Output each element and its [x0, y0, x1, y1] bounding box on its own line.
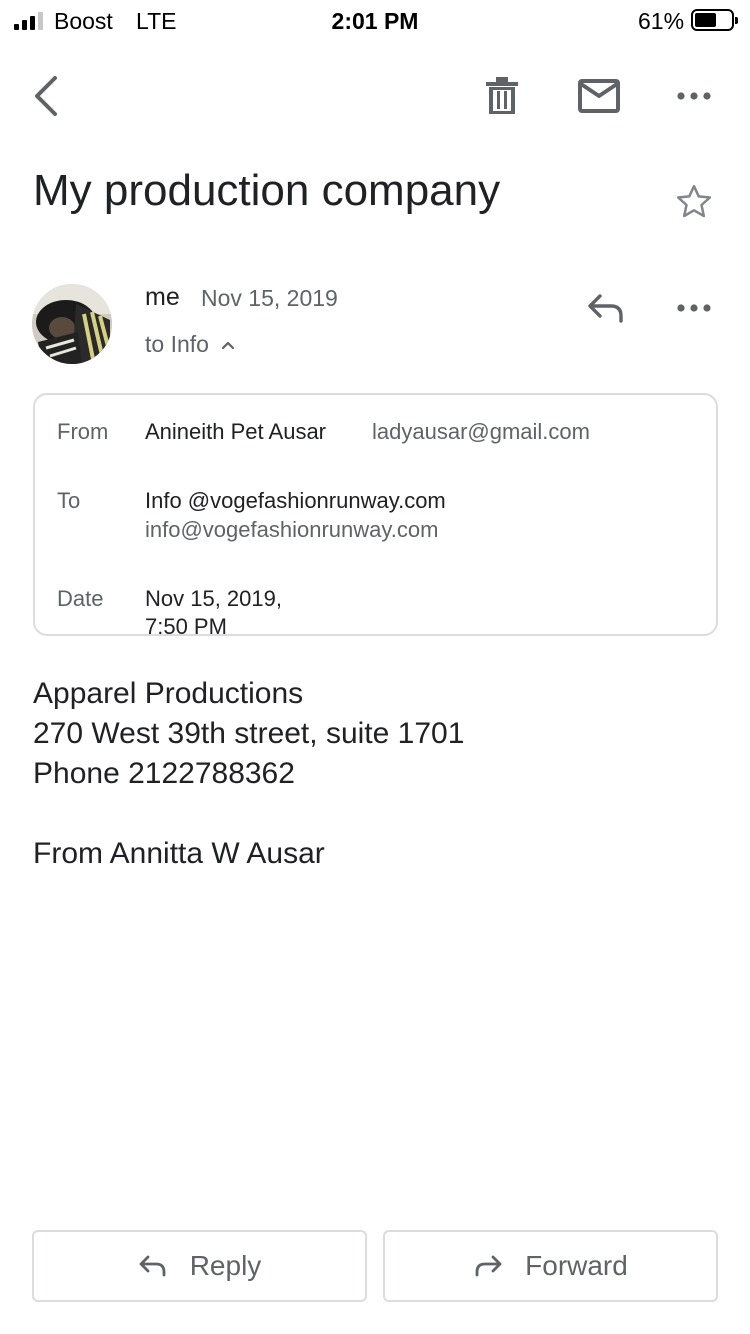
date-value-line2: 7:50 PM [145, 614, 227, 636]
avatar-photo [32, 284, 112, 364]
forward-label: Forward [525, 1250, 628, 1281]
forward-button[interactable]: Forward [383, 1230, 718, 1302]
battery-percent: 61% [638, 8, 685, 34]
more-options-button[interactable] [668, 70, 720, 122]
email-subject: My production company [33, 166, 501, 215]
chevron-up-icon [221, 341, 235, 349]
sender-date: Nov 15, 2019 [201, 285, 338, 311]
star-outline-icon [676, 184, 712, 218]
sender-avatar[interactable] [32, 284, 112, 364]
star-button[interactable] [670, 178, 718, 226]
back-button[interactable] [24, 70, 68, 122]
body-line [33, 794, 464, 834]
recipient-summary: to Info [145, 331, 209, 357]
status-bar: Boost LTE 2:01 PM 61% [0, 0, 750, 40]
mark-unread-button[interactable] [572, 70, 626, 122]
body-line: 270 West 39th street, suite 1701 [33, 717, 465, 750]
from-label: From [57, 419, 109, 444]
from-email[interactable]: ladyausar@gmail.com [372, 419, 590, 445]
forward-arrow-icon [475, 1255, 502, 1277]
to-name: Info @vogefashionrunway.com [145, 488, 446, 513]
delete-button[interactable] [478, 70, 526, 122]
reply-arrow-icon [139, 1255, 166, 1277]
body-line: Phone 2122788362 [33, 757, 295, 790]
message-more-options-button[interactable] [668, 286, 720, 330]
reply-icon-button[interactable] [582, 286, 630, 330]
more-horizontal-icon [677, 304, 711, 312]
reply-arrow-icon [588, 294, 623, 323]
date-label: Date [57, 586, 104, 611]
reply-label: Reply [189, 1250, 262, 1281]
from-name: Anineith Pet Ausar [145, 419, 327, 444]
sender-name: me [145, 283, 180, 311]
trash-icon [486, 77, 518, 114]
battery-icon [691, 9, 738, 31]
body-line: Apparel Productions [33, 677, 304, 710]
message-details-card: From Anineith Pet Ausar ladyausar@gmail.… [33, 393, 718, 636]
message-body: Apparel Productions 270 West 39th street… [33, 674, 464, 874]
body-line: From Annitta W Ausar [33, 837, 325, 870]
chevron-left-icon [35, 76, 57, 116]
more-horizontal-icon [677, 92, 711, 100]
envelope-icon [578, 79, 620, 113]
recipient-details-toggle[interactable]: to Info [145, 331, 235, 358]
date-value-line1: Nov 15, 2019, [145, 586, 282, 611]
reply-button[interactable]: Reply [32, 1230, 367, 1302]
to-email[interactable]: info@vogefashionrunway.com [145, 517, 438, 543]
to-label: To [57, 488, 81, 513]
